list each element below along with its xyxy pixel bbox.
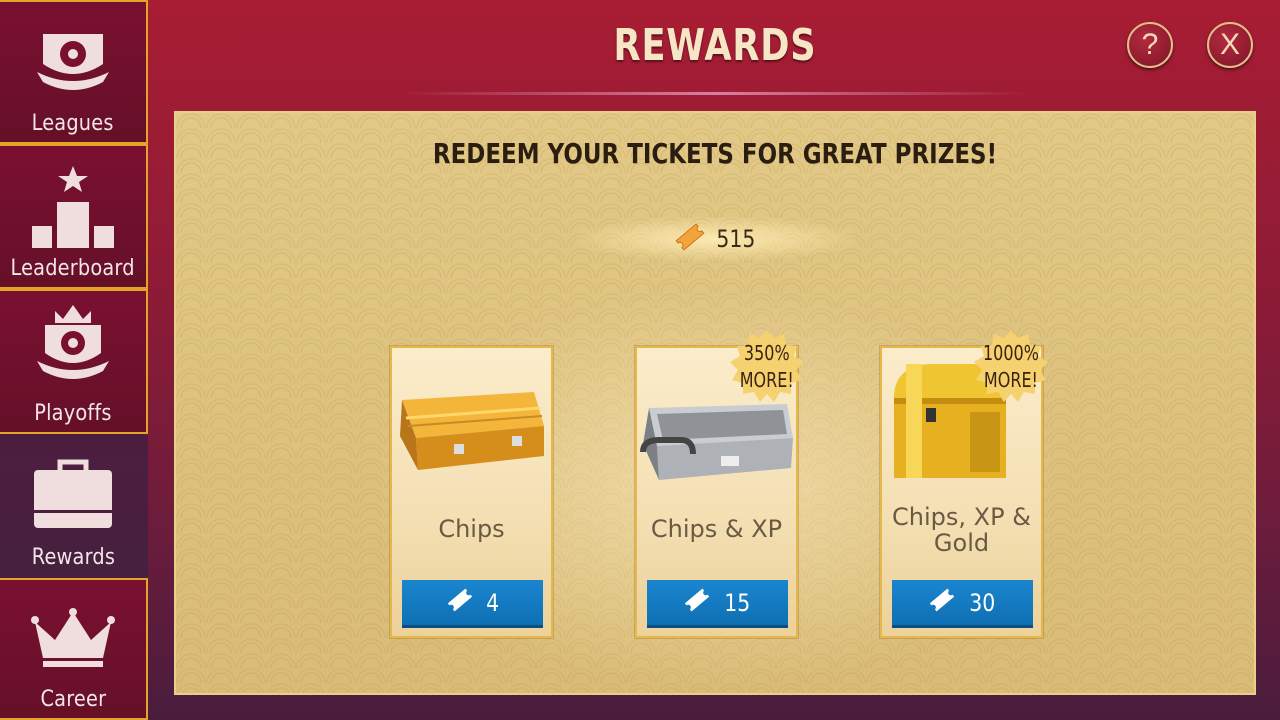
ticket-count: 515 — [716, 225, 756, 253]
ticket-balance: 515 — [576, 217, 856, 261]
sidebar-item-label: Rewards — [31, 545, 115, 570]
sidebar: Leagues Leaderboard Playoffs Rewards Car… — [0, 0, 150, 720]
reward-card-chips-xp-gold[interactable]: 1000% MORE! Chips, XP & Gold 30 — [880, 330, 1048, 638]
redeem-headline: REDEEM YOUR TICKETS FOR GREAT PRIZES! — [432, 137, 998, 170]
close-button[interactable]: X — [1207, 22, 1253, 68]
sidebar-item-leagues[interactable]: Leagues — [0, 0, 148, 144]
sidebar-item-career[interactable]: Career — [0, 578, 148, 720]
redeem-button-chips-xp-gold[interactable]: 30 — [892, 580, 1033, 628]
reward-name: Chips — [438, 515, 505, 543]
briefcase-icon — [32, 458, 114, 535]
bonus-badge: 1000% MORE! — [972, 328, 1050, 406]
reward-price: 30 — [969, 588, 996, 617]
ticket-icon — [682, 585, 712, 620]
ticket-icon — [927, 585, 957, 620]
crown-icon — [31, 608, 115, 675]
ticket-icon — [673, 220, 707, 259]
redeem-button-chips[interactable]: 4 — [402, 580, 543, 628]
sidebar-item-playoffs[interactable]: Playoffs — [0, 289, 148, 434]
playoffs-crown-shield-icon — [33, 303, 113, 394]
page-title: REWARDS — [613, 20, 817, 71]
rewards-panel: REDEEM YOUR TICKETS FOR GREAT PRIZES! 51… — [174, 111, 1256, 695]
help-button[interactable]: ? — [1127, 22, 1173, 68]
sidebar-item-leaderboard[interactable]: Leaderboard — [0, 144, 148, 289]
badge-text: 350% MORE! — [739, 341, 795, 392]
sidebar-item-label: Leaderboard — [10, 256, 136, 281]
redeem-button-chips-xp[interactable]: 15 — [647, 580, 788, 628]
bonus-badge: 350% MORE! — [728, 328, 806, 406]
reward-name: Chips & XP — [650, 515, 783, 543]
reward-price: 4 — [486, 588, 499, 617]
reward-card-chips[interactable]: Chips 4 — [390, 346, 553, 638]
badge-text: 1000% MORE! — [983, 341, 1039, 392]
gold-briefcase-image — [394, 378, 550, 479]
sidebar-item-rewards[interactable]: Rewards — [0, 434, 148, 578]
close-icon: X — [1219, 28, 1240, 61]
reward-card-chips-xp[interactable]: 350% MORE! Chips & XP 15 — [635, 330, 804, 638]
league-shield-icon — [33, 20, 113, 105]
title-divider — [400, 92, 1030, 95]
podium-icon — [30, 164, 116, 255]
reward-name: Chips, XP & Gold — [892, 503, 1031, 557]
reward-price: 15 — [724, 588, 751, 617]
sidebar-item-label: Playoffs — [34, 401, 112, 426]
ticket-icon — [445, 585, 475, 620]
sidebar-item-label: Leagues — [31, 111, 115, 136]
help-icon: ? — [1141, 28, 1159, 61]
sidebar-item-label: Career — [40, 687, 106, 712]
